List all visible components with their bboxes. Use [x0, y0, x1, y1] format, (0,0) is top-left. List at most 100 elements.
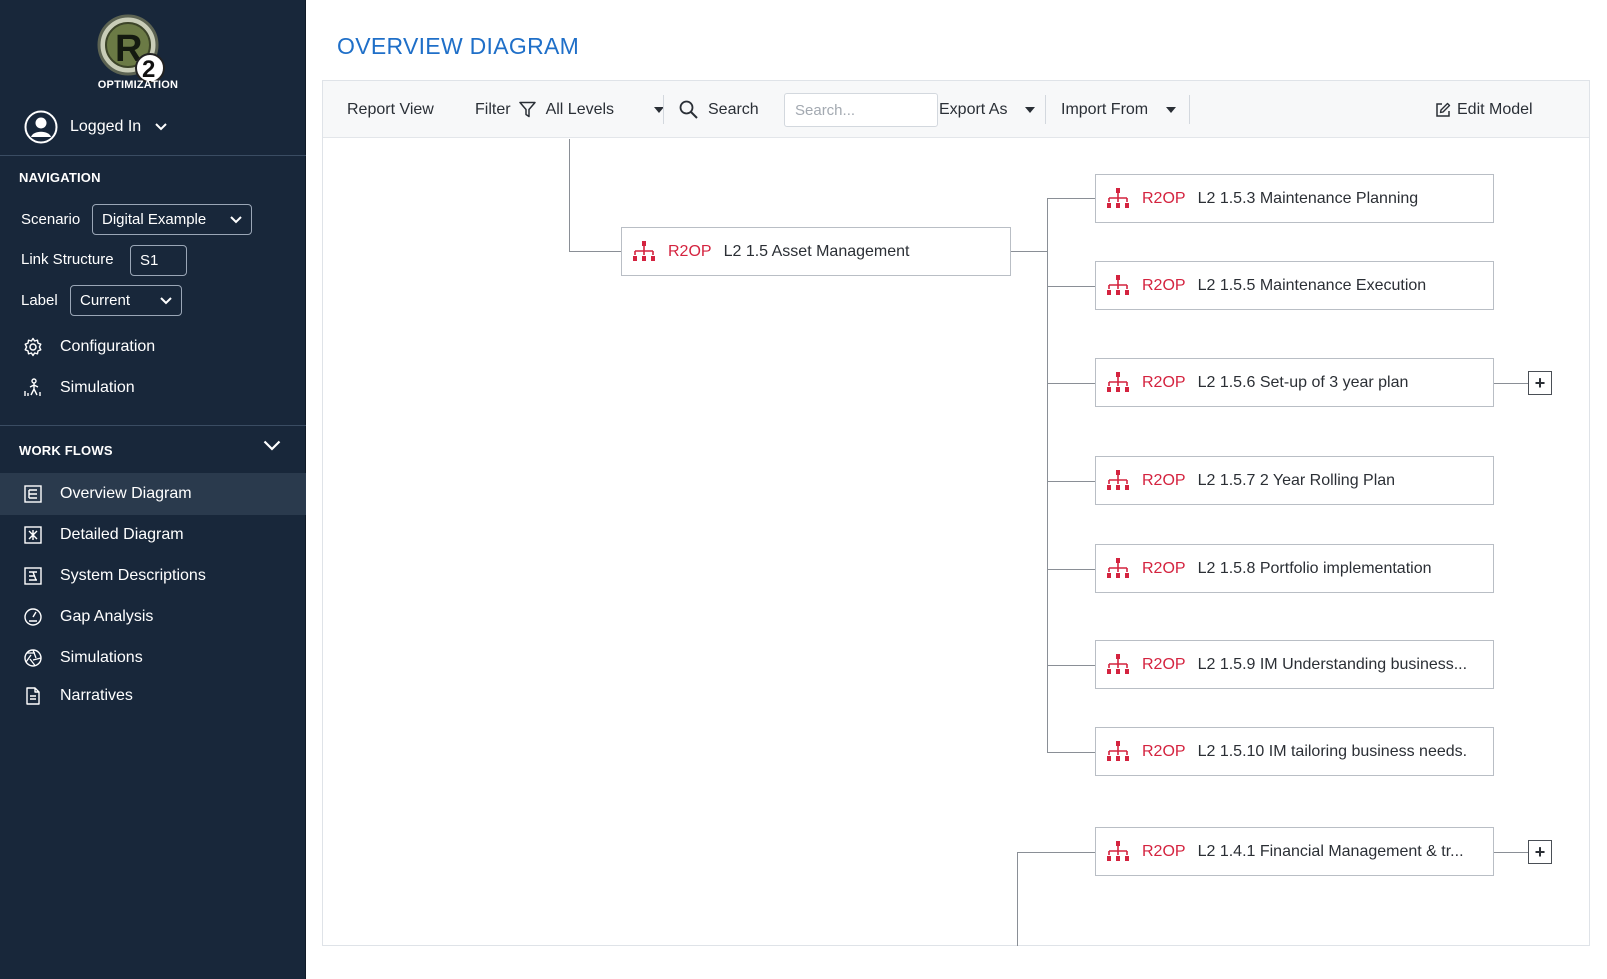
- node-code: R2OP: [1142, 276, 1186, 294]
- nav-item-gap-analysis[interactable]: Gap Analysis: [0, 597, 306, 637]
- nav-item-narratives[interactable]: Narratives: [0, 676, 306, 716]
- scenario-label: Scenario: [21, 211, 81, 228]
- gear-icon: [24, 337, 42, 357]
- filter-label: Filter: [475, 100, 511, 118]
- connector-line: [569, 139, 570, 251]
- edit-icon: [1436, 102, 1451, 117]
- toolbar-separator: [663, 95, 664, 124]
- hierarchy-icon: [1107, 469, 1129, 490]
- nav-item-configuration[interactable]: Configuration: [0, 327, 306, 367]
- edit-model-button[interactable]: Edit Model: [1435, 81, 1533, 138]
- page-title: OVERVIEW DIAGRAM: [337, 33, 580, 59]
- node-code: R2OP: [1142, 842, 1186, 860]
- caret-down-icon: [1166, 106, 1177, 113]
- label-value: Current: [80, 292, 131, 309]
- divider: [0, 155, 306, 156]
- node-code: R2OP: [1142, 373, 1186, 391]
- toolbar-separator: [1189, 95, 1190, 124]
- diagram-node[interactable]: R2OP L2 1.5.3 Maintenance Planning: [1095, 174, 1494, 223]
- nav-item-label: Gap Analysis: [60, 608, 154, 625]
- search-input[interactable]: [784, 93, 938, 127]
- filter-dropdown[interactable]: Filter All Levels: [475, 81, 665, 138]
- node-code: R2OP: [1142, 471, 1186, 489]
- report-view-button[interactable]: Report View: [347, 81, 434, 138]
- hierarchy-icon: [1107, 653, 1129, 674]
- nav-item-simulation[interactable]: Simulation: [0, 368, 306, 408]
- toolbar: Report View Filter All Levels Search Exp…: [323, 81, 1589, 138]
- node-title: L2 1.5.5 Maintenance Execution: [1197, 276, 1427, 294]
- hierarchy-icon: [1107, 371, 1129, 392]
- diagram-node[interactable]: R2OP L2 1.5.5 Maintenance Execution: [1095, 261, 1494, 310]
- sidebar: R 2 OPTIMIZATION Logged In NAVIGATION Sc…: [0, 0, 306, 979]
- search-label: Search: [708, 100, 759, 118]
- connector-line: [1047, 752, 1095, 753]
- filter-value: All Levels: [545, 100, 615, 118]
- toolbar-separator: [1045, 95, 1046, 124]
- connector-line: [1494, 383, 1528, 384]
- nav-item-label: Configuration: [60, 338, 156, 355]
- nav-item-simulations[interactable]: Simulations: [0, 638, 306, 678]
- filter-icon: [518, 101, 536, 118]
- label-select[interactable]: Current: [70, 285, 182, 316]
- node-code: R2OP: [1142, 189, 1186, 207]
- gauge-icon: [24, 608, 42, 626]
- connector-line: [1047, 383, 1095, 384]
- overview-diagram-icon: [24, 485, 42, 503]
- expand-button[interactable]: +: [1528, 371, 1552, 395]
- node-title: L2 1.5.10 IM tailoring business needs.: [1197, 742, 1468, 760]
- node-title: L2 1.5.7 2 Year Rolling Plan: [1197, 471, 1396, 489]
- hierarchy-icon: [1107, 187, 1129, 208]
- connector-line: [1047, 198, 1095, 199]
- link-structure-value: S1: [140, 252, 159, 269]
- diagram-node[interactable]: R2OP L2 1.5.6 Set-up of 3 year plan: [1095, 358, 1494, 407]
- connector-line: [1047, 665, 1095, 666]
- export-dropdown[interactable]: Export As: [939, 81, 1036, 138]
- link-structure-label: Link Structure: [21, 251, 114, 268]
- nav-item-overview-diagram[interactable]: Overview Diagram: [0, 473, 306, 515]
- node-code: R2OP: [668, 242, 712, 260]
- user-avatar-icon: [24, 110, 58, 144]
- diagram-node[interactable]: R2OP L2 1.5.9 IM Understanding business.…: [1095, 640, 1494, 689]
- connector-line: [1017, 852, 1018, 946]
- diagram-node-sibling[interactable]: R2OP L2 1.4.1 Financial Management & tr.…: [1095, 827, 1494, 876]
- edit-model-label: Edit Model: [1457, 100, 1533, 118]
- label-label: Label: [21, 292, 58, 309]
- node-title: L2 1.5.3 Maintenance Planning: [1197, 189, 1419, 207]
- hierarchy-icon: [633, 240, 655, 261]
- detailed-diagram-icon: [24, 526, 42, 544]
- export-label: Export As: [939, 100, 1008, 118]
- person-chart-icon: [24, 378, 41, 396]
- chevron-down-icon: [160, 296, 172, 304]
- divider: [0, 425, 306, 426]
- nav-item-detailed-diagram[interactable]: Detailed Diagram: [0, 515, 306, 555]
- scenario-select[interactable]: Digital Example: [92, 204, 252, 235]
- search-icon: [679, 100, 698, 119]
- link-structure-field[interactable]: S1: [130, 245, 187, 276]
- aperture-icon: [24, 649, 42, 667]
- connector-line: [1047, 569, 1095, 570]
- search-button[interactable]: Search: [679, 81, 759, 138]
- diagram-node-parent[interactable]: R2OP L2 1.5 Asset Management: [621, 227, 1011, 276]
- diagram-node[interactable]: R2OP L2 1.5.10 IM tailoring business nee…: [1095, 727, 1494, 776]
- diagram-node[interactable]: R2OP L2 1.5.7 2 Year Rolling Plan: [1095, 456, 1494, 505]
- connector-line: [1047, 198, 1048, 752]
- diagram-node[interactable]: R2OP L2 1.5.8 Portfolio implementation: [1095, 544, 1494, 593]
- hierarchy-icon: [1107, 274, 1129, 295]
- node-title: L2 1.5.8 Portfolio implementation: [1197, 559, 1432, 577]
- chevron-down-icon: [230, 215, 242, 223]
- navigation-heading: NAVIGATION: [19, 170, 101, 185]
- workflows-heading: WORK FLOWS: [19, 443, 113, 458]
- nav-item-system-descriptions[interactable]: System Descriptions: [0, 556, 306, 596]
- import-dropdown[interactable]: Import From: [1061, 81, 1177, 138]
- nav-item-label: Overview Diagram: [60, 485, 192, 502]
- user-menu[interactable]: Logged In: [24, 110, 167, 144]
- hierarchy-icon: [1107, 557, 1129, 578]
- hierarchy-icon: [1107, 840, 1129, 861]
- expand-button[interactable]: +: [1528, 840, 1552, 864]
- document-icon: [26, 687, 40, 705]
- chevron-down-icon[interactable]: [263, 440, 281, 451]
- nav-item-label: Detailed Diagram: [60, 526, 184, 543]
- node-title: L2 1.5.9 IM Understanding business...: [1197, 655, 1468, 673]
- connector-line: [569, 251, 621, 252]
- connector-line: [1047, 286, 1095, 287]
